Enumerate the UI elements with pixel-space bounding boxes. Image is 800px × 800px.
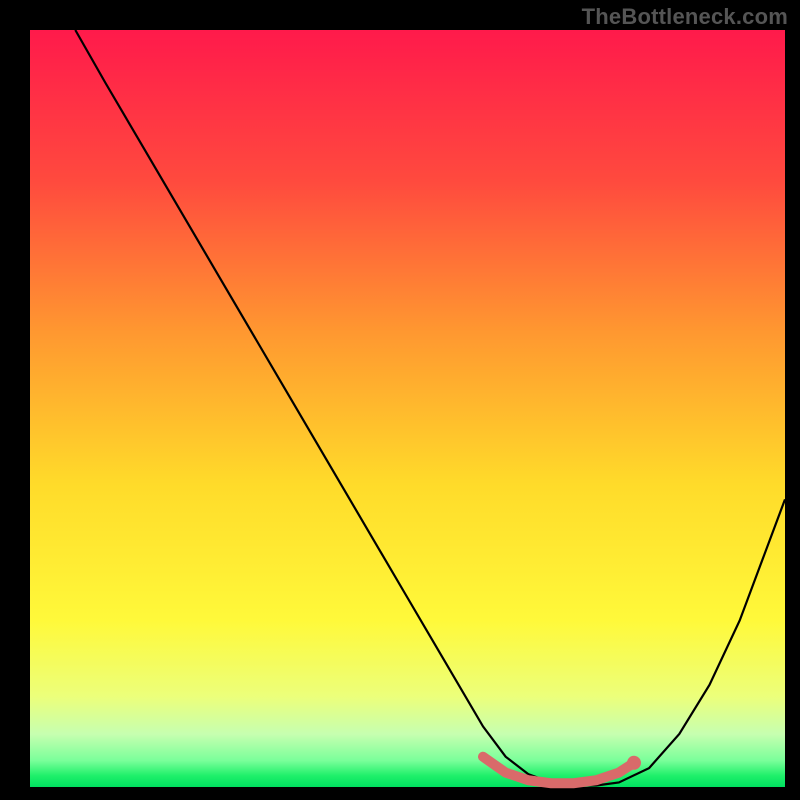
plot-background — [30, 30, 785, 787]
watermark-text: TheBottleneck.com — [582, 4, 788, 30]
bottleneck-chart — [0, 0, 800, 800]
chart-container: TheBottleneck.com — [0, 0, 800, 800]
optimal-end-marker — [627, 756, 641, 770]
